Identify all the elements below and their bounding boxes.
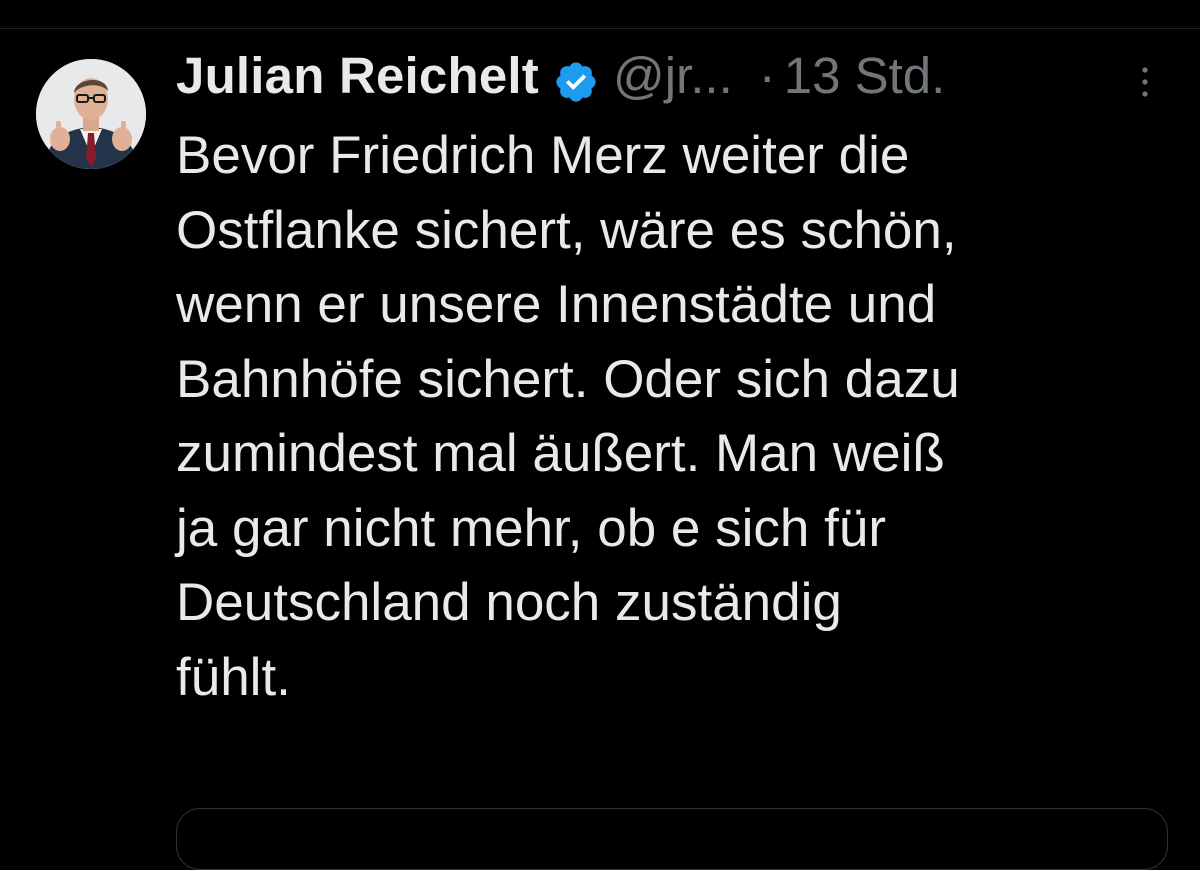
tweet[interactable]: Julian Reichelt @jr... · 13 Std. Bevor F… [0,29,1200,870]
header-separator: · [758,47,776,104]
profile-photo [36,59,146,169]
author-display-name[interactable]: Julian Reichelt [176,41,539,111]
tweet-header: Julian Reichelt @jr... · 13 Std. [176,41,945,111]
more-vertical-icon[interactable] [1132,61,1158,103]
author-handle[interactable]: @jr... [613,41,733,111]
author-avatar[interactable] [36,59,146,169]
tweet-timestamp[interactable]: 13 Std. [784,41,946,111]
tweet-text: Bevor Friedrich Merz weiter die Ostflank… [176,126,960,707]
quoted-card-edge[interactable] [176,808,1168,870]
verified-badge-icon[interactable] [553,53,599,102]
